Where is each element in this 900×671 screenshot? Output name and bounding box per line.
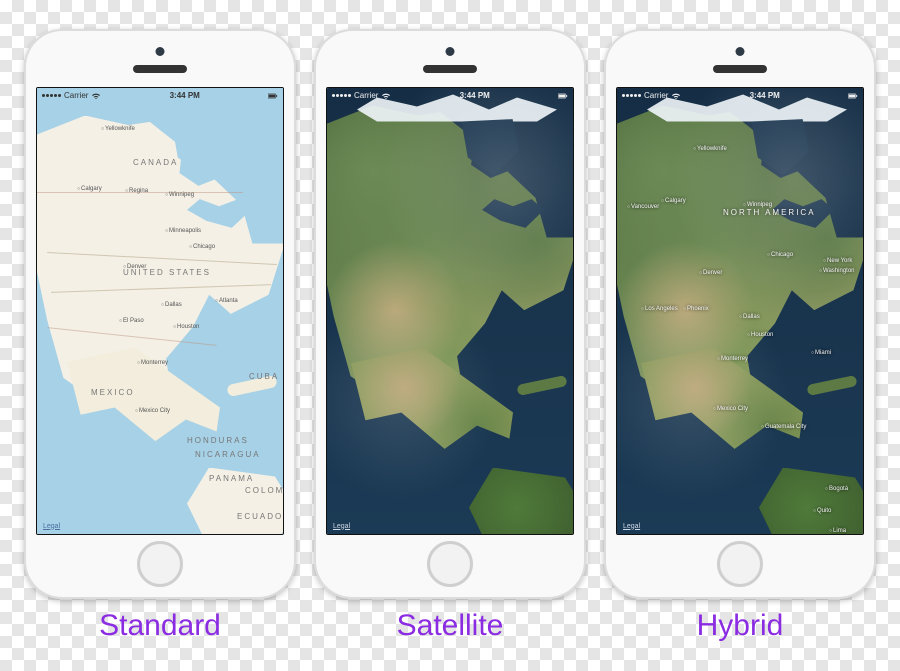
- city-label-houston: Houston: [173, 324, 199, 330]
- wifi-icon: [671, 92, 681, 100]
- city-label-new_york: New York: [823, 258, 852, 264]
- speaker-slot: [713, 65, 767, 73]
- statusbar-right: [268, 92, 278, 100]
- battery-icon: [848, 92, 858, 100]
- city-label-chicago: Chicago: [767, 252, 793, 258]
- city-label-winnipeg: Winnipeg: [743, 202, 772, 208]
- wifi-icon: [381, 92, 391, 100]
- status-bar: Carrier 3:44 PM: [617, 88, 863, 104]
- region-label-north_america: NORTH AMERICA: [723, 208, 816, 217]
- city-label-chicago: Chicago: [189, 244, 215, 250]
- city-label-denver: Denver: [699, 270, 722, 276]
- home-button[interactable]: [137, 541, 183, 587]
- screen-hybrid: Carrier 3:44 PM: [616, 87, 864, 535]
- land-south-america: [759, 468, 864, 535]
- phone-frame: Carrier 3:44 PM: [604, 29, 876, 599]
- city-label-monterrey: Monterrey: [717, 356, 748, 362]
- country-label-honduras: HONDURAS: [187, 436, 249, 445]
- city-label-minneapolis: Minneapolis: [165, 228, 201, 234]
- city-label-atlanta: Atlanta: [215, 298, 238, 304]
- country-label-nicaragua: NICARAGUA: [195, 450, 261, 459]
- statusbar-left: Carrier: [622, 91, 681, 100]
- country-label-mexico: MEXICO: [91, 388, 135, 397]
- device-hybrid: Carrier 3:44 PM: [604, 29, 876, 643]
- map-view-satellite[interactable]: [327, 88, 573, 534]
- country-label-panama: PANAMA: [209, 474, 254, 483]
- country-label-colombia: COLOMBIA: [245, 486, 284, 495]
- statusbar-right: [558, 92, 568, 100]
- country-label-ecuador: ECUADOR: [237, 512, 284, 521]
- phone-frame: Carrier 3:44 PM: [314, 29, 586, 599]
- city-label-calgary: Calgary: [77, 186, 102, 192]
- home-button[interactable]: [427, 541, 473, 587]
- land-cuba: [516, 374, 567, 395]
- carrier-label: Carrier: [64, 91, 88, 100]
- map-view-hybrid[interactable]: NORTH AMERICA Yellowknife CalgaryVancouver…: [617, 88, 863, 534]
- clock-label: 3:44 PM: [460, 91, 490, 100]
- land-mexico: [351, 348, 531, 478]
- caption-standard: Standard: [99, 609, 221, 643]
- statusbar-right: [848, 92, 858, 100]
- city-label-winnipeg: Winnipeg: [165, 192, 194, 198]
- front-camera: [156, 47, 165, 56]
- screen-standard: Carrier 3:44 PM: [36, 87, 284, 535]
- city-label-lima: Lima: [829, 528, 846, 534]
- city-label-bogota: Bogotá: [825, 486, 848, 492]
- screen-satellite: Carrier 3:44 PM: [326, 87, 574, 535]
- battery-icon: [268, 92, 278, 100]
- battery-icon: [558, 92, 568, 100]
- city-label-mexico_city: Mexico City: [713, 406, 748, 412]
- city-label-monterrey: Monterrey: [137, 360, 168, 366]
- country-label-cuba: CUBA: [249, 372, 279, 381]
- city-label-guatemala_city: Guatemala City: [761, 424, 806, 430]
- clock-label: 3:44 PM: [170, 91, 200, 100]
- city-label-mexico_city: Mexico City: [135, 408, 170, 414]
- legal-link[interactable]: Legal: [333, 523, 350, 530]
- legal-link[interactable]: Legal: [623, 523, 640, 530]
- signal-icon: [622, 94, 641, 97]
- city-label-quito: Quito: [813, 508, 831, 514]
- status-bar: Carrier 3:44 PM: [327, 88, 573, 104]
- city-label-calgary: Calgary: [661, 198, 686, 204]
- map-view-standard[interactable]: CANADAUNITED STATESMEXICOCUBAHONDURASNIC…: [37, 88, 283, 534]
- front-camera: [736, 47, 745, 56]
- phone-frame: Carrier 3:44 PM: [24, 29, 296, 599]
- land-mexico: [641, 348, 821, 478]
- city-label-regina: Regina: [125, 188, 148, 194]
- statusbar-left: Carrier: [42, 91, 101, 100]
- city-label-washington: Washington: [819, 268, 855, 274]
- city-label-miami: Miami: [811, 350, 831, 356]
- statusbar-left: Carrier: [332, 91, 391, 100]
- clock-label: 3:44 PM: [750, 91, 780, 100]
- land-south-america: [469, 468, 574, 535]
- caption-satellite: Satellite: [397, 609, 504, 643]
- city-label-denver: Denver: [123, 264, 146, 270]
- city-label-los_angeles: Los Angeles: [641, 306, 678, 312]
- city-label-dallas: Dallas: [161, 302, 182, 308]
- speaker-slot: [133, 65, 187, 73]
- city-label-el_paso: El Paso: [119, 318, 144, 324]
- signal-icon: [332, 94, 351, 97]
- legal-link[interactable]: Legal: [43, 523, 60, 530]
- city-label-vancouver: Vancouver: [627, 204, 659, 210]
- speaker-slot: [423, 65, 477, 73]
- front-camera: [446, 47, 455, 56]
- city-label-dallas: Dallas: [739, 314, 760, 320]
- carrier-label: Carrier: [354, 91, 378, 100]
- carrier-label: Carrier: [644, 91, 668, 100]
- wifi-icon: [91, 92, 101, 100]
- city-label-houston: Houston: [747, 332, 773, 338]
- home-button[interactable]: [717, 541, 763, 587]
- device-satellite: Carrier 3:44 PM: [314, 29, 586, 643]
- caption-hybrid: Hybrid: [697, 609, 784, 643]
- city-label-phoenix: Phoenix: [683, 306, 709, 312]
- city-label-yellowknife: Yellowknife: [693, 146, 727, 152]
- country-label-canada: CANADA: [133, 158, 178, 167]
- device-standard: Carrier 3:44 PM: [24, 29, 296, 643]
- signal-icon: [42, 94, 61, 97]
- land-cuba: [806, 374, 857, 395]
- status-bar: Carrier 3:44 PM: [37, 88, 283, 104]
- city-label-yellowknife: Yellowknife: [101, 126, 135, 132]
